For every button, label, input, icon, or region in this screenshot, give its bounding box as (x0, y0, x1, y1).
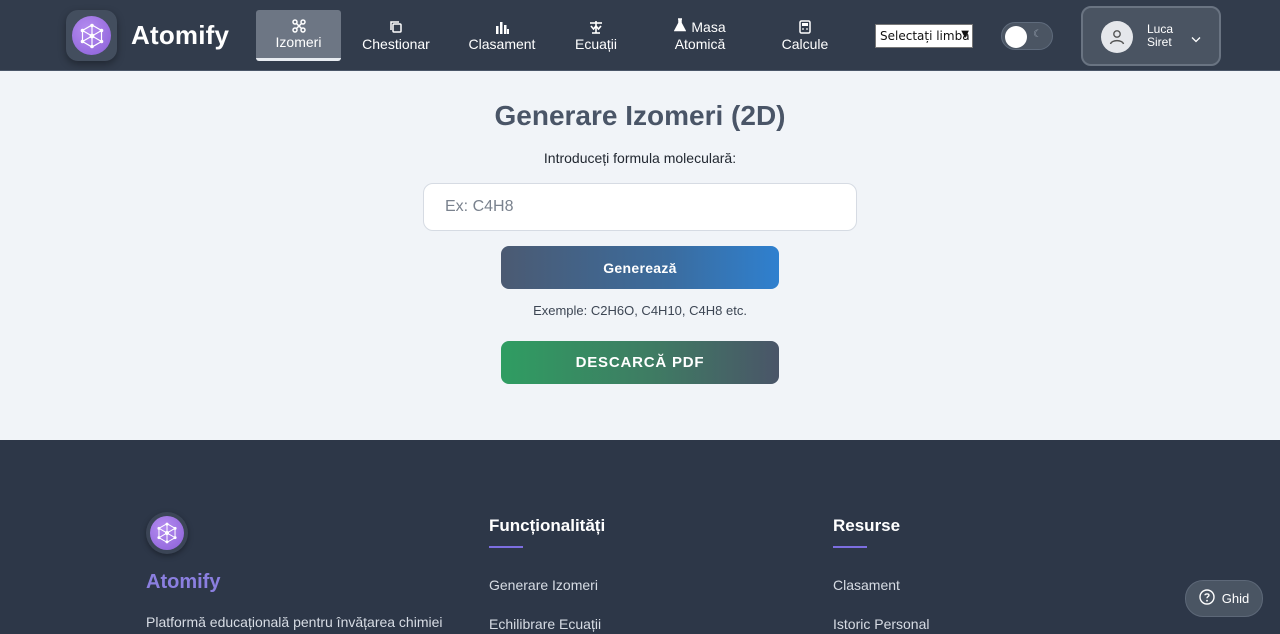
page-title: Generare Izomeri (2D) (494, 100, 786, 131)
flask-icon (674, 18, 687, 36)
leaderboard-icon (495, 19, 509, 36)
atom-network-icon (150, 516, 184, 550)
atom-network-icon (72, 16, 111, 55)
nav-clasament-label: Clasament (468, 35, 536, 52)
download-pdf-button[interactable]: DESCARCĂ PDF (501, 341, 779, 384)
nav-ecuatii-label: Ecuații (574, 35, 618, 52)
footer-brand: Atomify (146, 571, 221, 593)
quiz-icon (389, 19, 403, 36)
balance-icon (589, 19, 603, 36)
nav-chestionar-label: Chestionar (362, 35, 430, 52)
footer-resources-underline (833, 546, 867, 548)
formula-label: Introduceți formula moleculară: (543, 150, 737, 166)
nav-clasament[interactable]: Clasament (463, 10, 541, 61)
nav-izomeri-label: Izomeri (275, 34, 322, 50)
nav-masa-atomica[interactable]: Masa Atomică (660, 10, 740, 61)
footer-link-clasament[interactable]: Clasament (833, 577, 900, 593)
chevron-down-icon (1191, 30, 1201, 48)
footer-description: Platformă educațională pentru învățarea … (146, 614, 443, 630)
caret-down-icon: ▼ (961, 29, 969, 40)
footer: Atomify Platformă educațională pentru în… (0, 440, 1280, 634)
footer-features-underline (489, 546, 523, 548)
brand-name[interactable]: Atomify (131, 20, 229, 51)
navbar: Atomify Izomeri Chestionar Clasament Ecu… (0, 0, 1280, 71)
toggle-knob (1005, 26, 1027, 48)
nav-calcule[interactable]: Calcule (775, 10, 835, 61)
formula-input[interactable] (423, 183, 857, 231)
user-menu[interactable]: Luca Siret (1081, 6, 1221, 66)
footer-features-title: Funcționalități (489, 516, 606, 535)
nav-calcule-label: Calcule (781, 35, 829, 52)
nav-izomeri[interactable]: Izomeri (256, 10, 341, 61)
help-button[interactable]: Ghid (1185, 580, 1263, 617)
footer-resources-title: Resurse (833, 516, 901, 535)
logo[interactable] (66, 10, 117, 61)
help-button-label: Ghid (1221, 591, 1250, 606)
moon-icon: ☾ (1033, 29, 1042, 40)
language-select-value: Selectați limba (880, 29, 970, 43)
footer-logo (146, 512, 188, 554)
user-icon (1101, 21, 1133, 53)
nav-chestionar[interactable]: Chestionar (352, 10, 440, 61)
footer-link-generare-izomeri[interactable]: Generare Izomeri (489, 577, 598, 593)
main-content: Generare Izomeri (2D) Introduceți formul… (0, 71, 1280, 440)
calculator-icon (799, 19, 811, 36)
footer-link-echilibrare-ecuatii[interactable]: Echilibrare Ecuații (489, 616, 601, 632)
nav-ecuatii[interactable]: Ecuații (566, 10, 626, 61)
language-select[interactable]: Selectați limba ▼ (875, 24, 973, 48)
theme-toggle[interactable]: ☾ (1001, 22, 1053, 50)
nav-masa-label-2: Atomică (674, 36, 726, 52)
footer-link-istoric-personal[interactable]: Istoric Personal (833, 616, 929, 632)
generate-button[interactable]: Generează (501, 246, 779, 289)
molecule-icon (291, 17, 306, 34)
nav-masa-label-1: Masa (691, 18, 726, 35)
question-circle-icon (1199, 589, 1215, 608)
examples-hint: Exemple: C2H6O, C4H10, C4H8 etc. (533, 303, 747, 318)
user-name: Luca Siret (1147, 23, 1173, 49)
user-last-name: Siret (1147, 35, 1172, 49)
